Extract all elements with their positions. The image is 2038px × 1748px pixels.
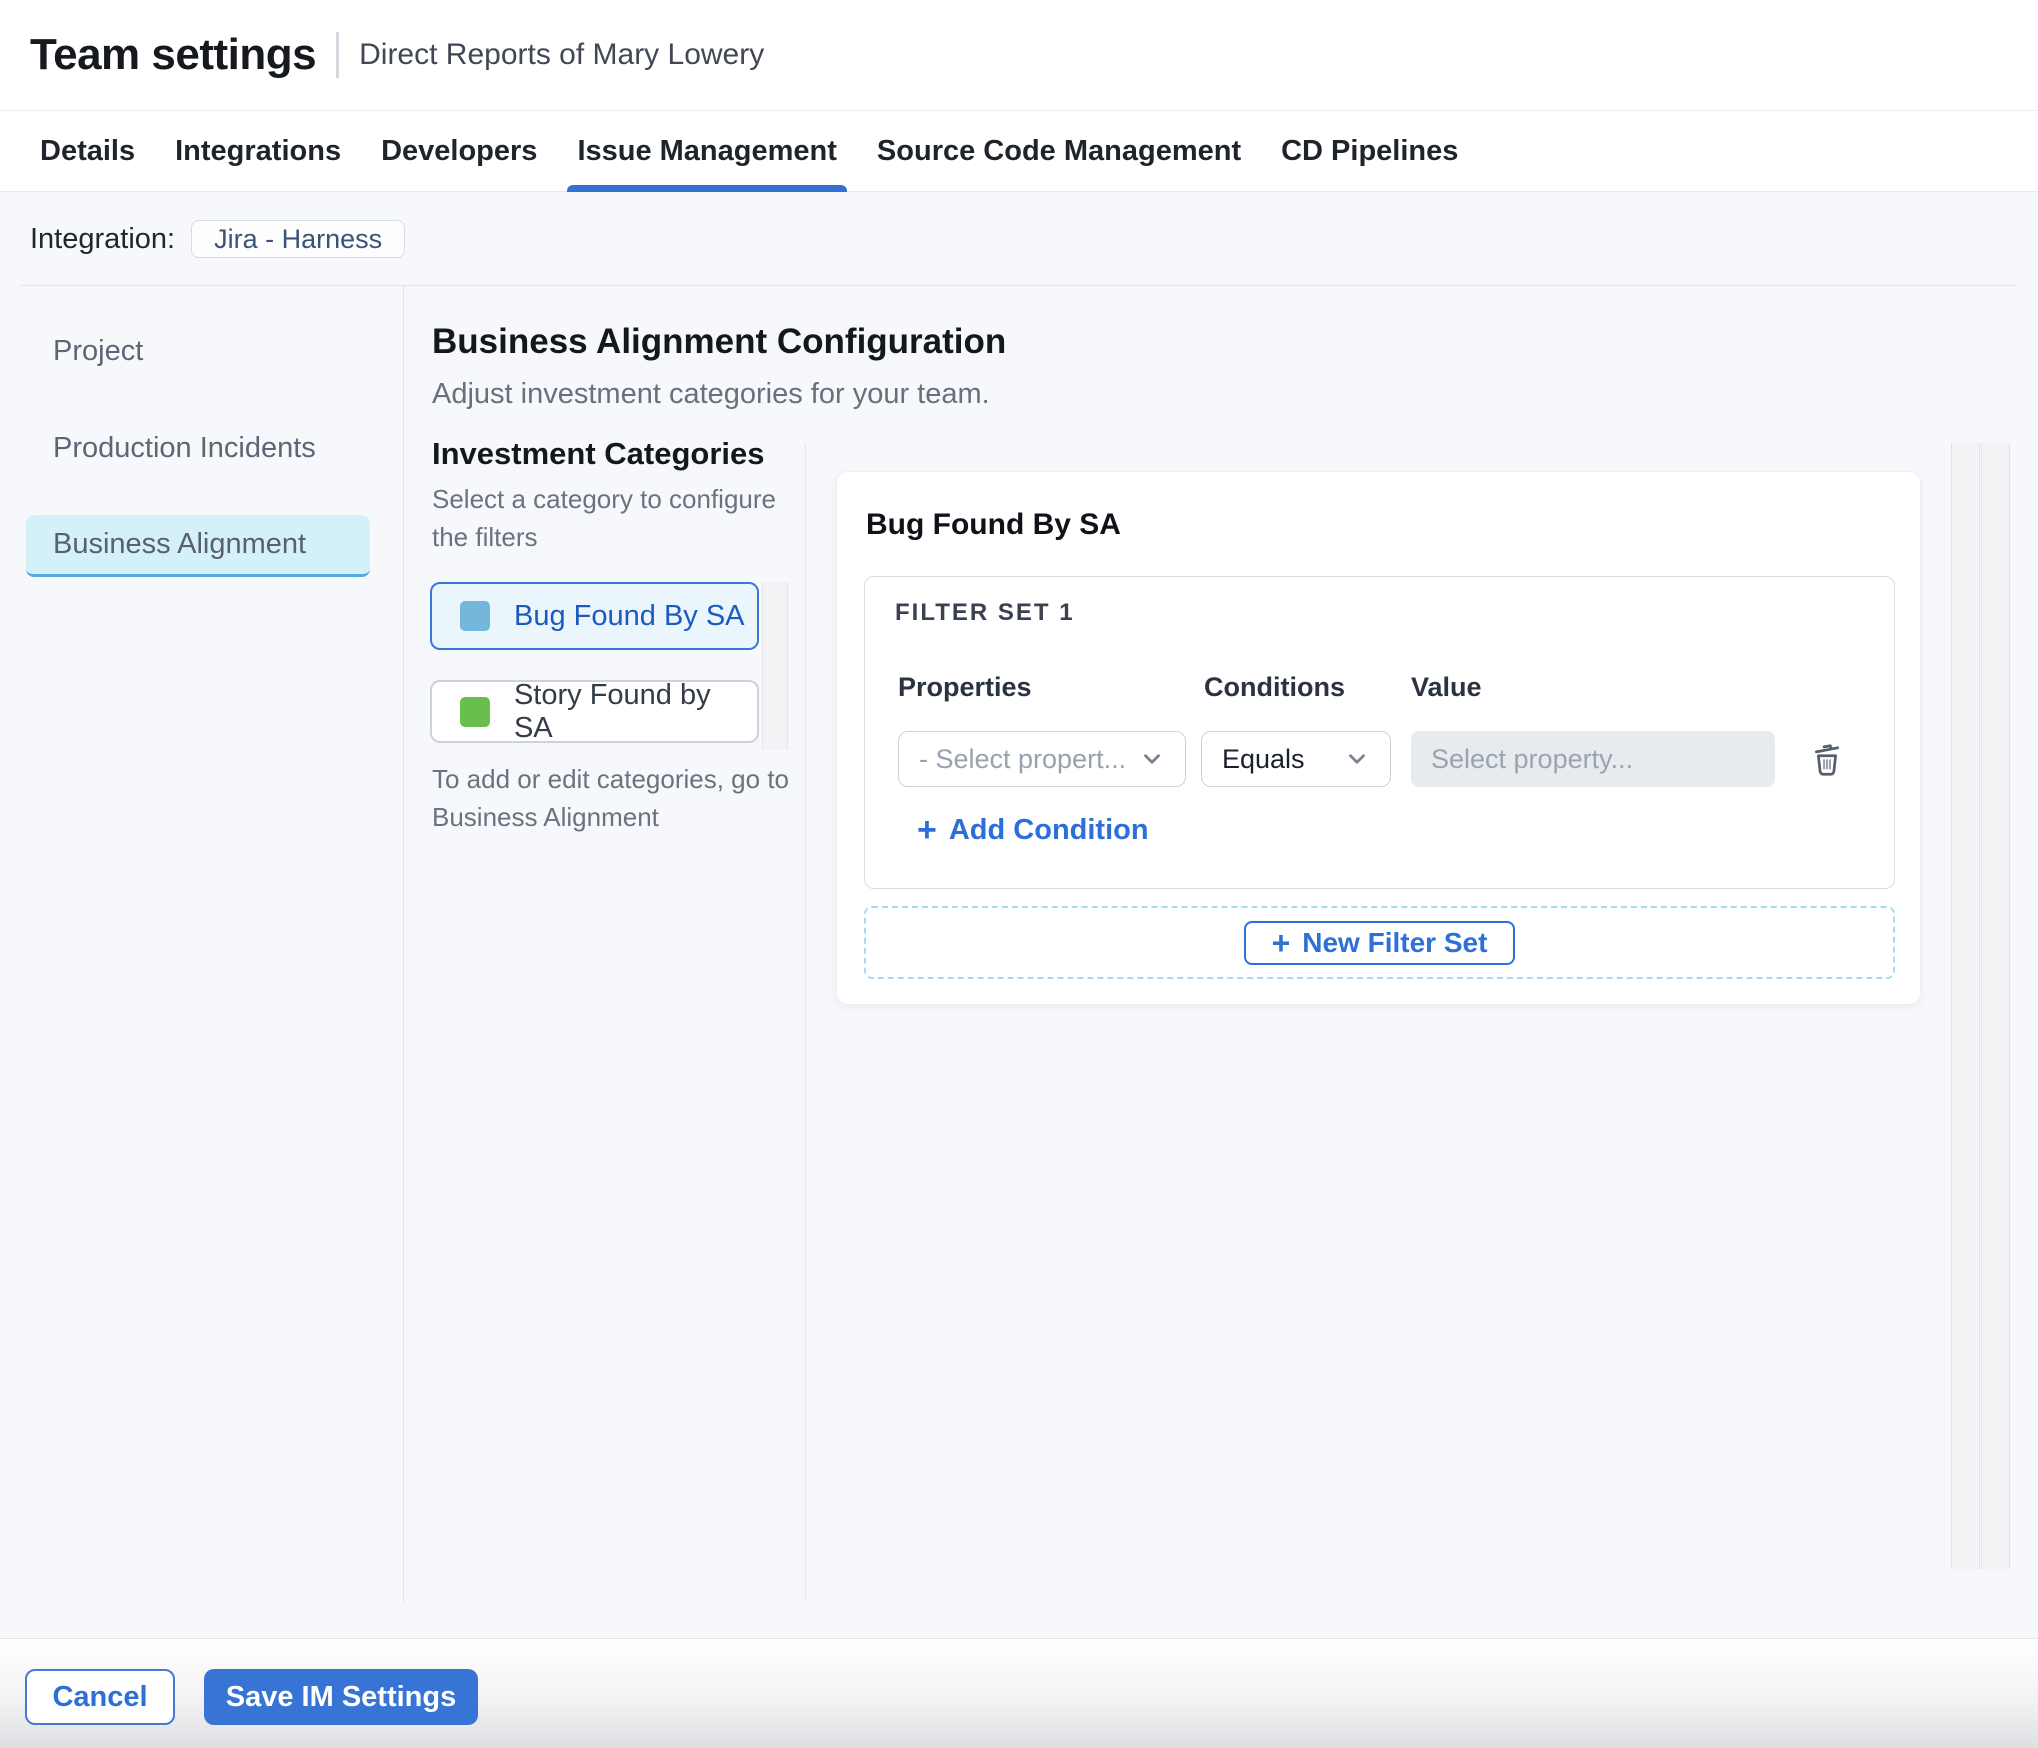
integration-label: Integration: (30, 222, 176, 255)
title-separator (336, 32, 340, 78)
categories-divider (805, 443, 806, 1602)
save-im-settings-button[interactable]: Save IM Settings (204, 1669, 478, 1725)
condition-row: - Select propert... Equals (865, 731, 1894, 787)
trash-icon (1814, 744, 1840, 776)
category-bug-found-by-sa[interactable]: Bug Found By SA (430, 582, 759, 650)
tab-cd-pipelines[interactable]: CD Pipelines (1281, 111, 1458, 191)
properties-column-label: Properties (898, 672, 1032, 702)
tab-source-code-management[interactable]: Source Code Management (877, 111, 1241, 191)
page-section-title: Business Alignment Configuration (432, 322, 1007, 361)
category-color-swatch (460, 696, 490, 727)
content-area: Integration: Jira - Harness Project Prod… (0, 192, 2038, 1638)
sidebar-item-project[interactable]: Project (26, 320, 370, 382)
property-select-placeholder: - Select propert... (919, 743, 1127, 774)
category-label: Story Found by SA (513, 678, 711, 744)
property-select[interactable]: - Select propert... (898, 731, 1186, 787)
integration-chip[interactable]: Jira - Harness (191, 220, 406, 258)
sidebar-divider (403, 285, 404, 1602)
condition-select-value: Equals (1222, 743, 1305, 774)
page-section-subtitle: Adjust investment categories for your te… (432, 378, 990, 410)
page-title: Team settings (30, 30, 317, 79)
sidebar-item-business-alignment[interactable]: Business Alignment (26, 515, 370, 577)
team-settings-page: Team settings Direct Reports of Mary Low… (0, 0, 2038, 1748)
tab-details[interactable]: Details (40, 111, 135, 191)
tab-developers[interactable]: Developers (381, 111, 537, 191)
filter-configuration-card: Bug Found By SA FILTER SET 1 Properties … (836, 471, 1921, 1005)
cancel-button[interactable]: Cancel (25, 1669, 175, 1725)
category-color-swatch (460, 601, 490, 631)
chevron-down-icon (1144, 754, 1160, 764)
panel-scrollbar-outer[interactable] (1951, 443, 1980, 1569)
conditions-column-label: Conditions (1204, 672, 1345, 702)
plus-icon: + (917, 811, 937, 849)
new-filter-set-dropzone: + New Filter Set (864, 906, 1895, 979)
tab-bar: Details Integrations Developers Issue Ma… (0, 110, 2038, 192)
panel-scrollbar-inner[interactable] (1981, 443, 2010, 1569)
categories-note: To add or edit categories, go to Busines… (432, 764, 790, 832)
investment-categories-title: Investment Categories (432, 436, 765, 471)
page-subtitle: Direct Reports of Mary Lowery (359, 38, 765, 71)
page-header: Team settings Direct Reports of Mary Low… (0, 0, 2038, 110)
filter-set-title: FILTER SET 1 (895, 599, 1075, 626)
chevron-down-icon (1349, 754, 1365, 764)
add-condition-button[interactable]: + Add Condition (917, 813, 1149, 847)
integration-row: Integration: Jira - Harness (30, 220, 406, 258)
tab-integrations[interactable]: Integrations (175, 111, 341, 191)
tab-issue-management[interactable]: Issue Management (567, 111, 848, 192)
new-filter-set-button[interactable]: + New Filter Set (1243, 920, 1516, 965)
filter-card-title: Bug Found By SA (866, 508, 1121, 541)
new-filter-set-label: New Filter Set (1302, 926, 1488, 958)
condition-select[interactable]: Equals (1201, 731, 1391, 787)
category-label: Bug Found By SA (514, 599, 745, 632)
categories-scrollbar[interactable] (762, 582, 788, 750)
plus-icon: + (1271, 924, 1291, 961)
delete-condition-button[interactable] (1801, 733, 1853, 785)
sidebar-item-production-incidents[interactable]: Production Incidents (26, 417, 370, 479)
footer-bar: Cancel Save IM Settings (0, 1638, 2038, 1748)
value-column-label: Value (1411, 672, 1482, 702)
filter-set-1: FILTER SET 1 Properties Conditions Value… (864, 576, 1895, 889)
investment-categories-description: Select a category to configure the filte… (432, 484, 776, 552)
add-condition-label: Add Condition (948, 813, 1149, 846)
value-input[interactable] (1411, 731, 1775, 787)
header-divider (20, 285, 2018, 286)
category-story-found-by-sa[interactable]: Story Found by SA (430, 678, 759, 744)
